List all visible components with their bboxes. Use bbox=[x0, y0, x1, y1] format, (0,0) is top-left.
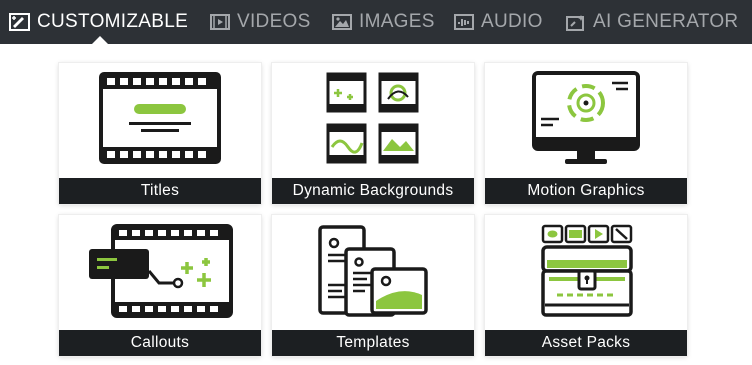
dynamic-backgrounds-icon bbox=[326, 72, 419, 164]
card-label: Dynamic Backgrounds bbox=[272, 178, 474, 204]
tab-images[interactable]: IMAGES bbox=[332, 0, 435, 44]
templates-icon bbox=[318, 225, 428, 317]
category-nav: CUSTOMIZABLE VIDEOS IMAGES AUDIO AI GENE… bbox=[0, 0, 752, 45]
tab-label: IMAGES bbox=[359, 11, 435, 32]
tab-label: CUSTOMIZABLE bbox=[37, 11, 189, 32]
titles-filmstrip-icon bbox=[99, 72, 221, 164]
ai-generator-icon bbox=[566, 14, 584, 31]
card-templates[interactable]: Templates bbox=[272, 215, 474, 356]
tab-label: VIDEOS bbox=[237, 11, 311, 32]
card-label: Templates bbox=[272, 330, 474, 356]
tab-ai-generator[interactable]: AI GENERATOR bbox=[566, 0, 738, 44]
card-asset-packs[interactable]: Asset Packs bbox=[485, 215, 687, 356]
card-label: Asset Packs bbox=[485, 330, 687, 356]
card-label: Motion Graphics bbox=[485, 178, 687, 204]
tab-videos[interactable]: VIDEOS bbox=[210, 0, 311, 44]
card-motion-graphics[interactable]: Motion Graphics bbox=[485, 63, 687, 204]
card-callouts[interactable]: Callouts bbox=[59, 215, 261, 356]
audio-icon bbox=[454, 14, 474, 30]
tab-audio[interactable]: AUDIO bbox=[454, 0, 543, 44]
image-icon bbox=[332, 14, 352, 30]
tab-label: AI GENERATOR bbox=[593, 11, 739, 32]
active-tab-indicator bbox=[91, 36, 109, 45]
customizable-icon bbox=[9, 13, 30, 31]
asset-packs-chest-icon bbox=[541, 224, 633, 317]
card-label: Callouts bbox=[59, 330, 261, 356]
card-dynamic-backgrounds[interactable]: Dynamic Backgrounds bbox=[272, 63, 474, 204]
tab-label: AUDIO bbox=[481, 11, 543, 32]
card-label: Titles bbox=[59, 178, 261, 204]
callouts-icon bbox=[89, 224, 233, 318]
video-icon bbox=[210, 14, 230, 30]
card-titles[interactable]: Titles bbox=[59, 63, 261, 204]
motion-graphics-monitor-icon bbox=[532, 71, 640, 164]
